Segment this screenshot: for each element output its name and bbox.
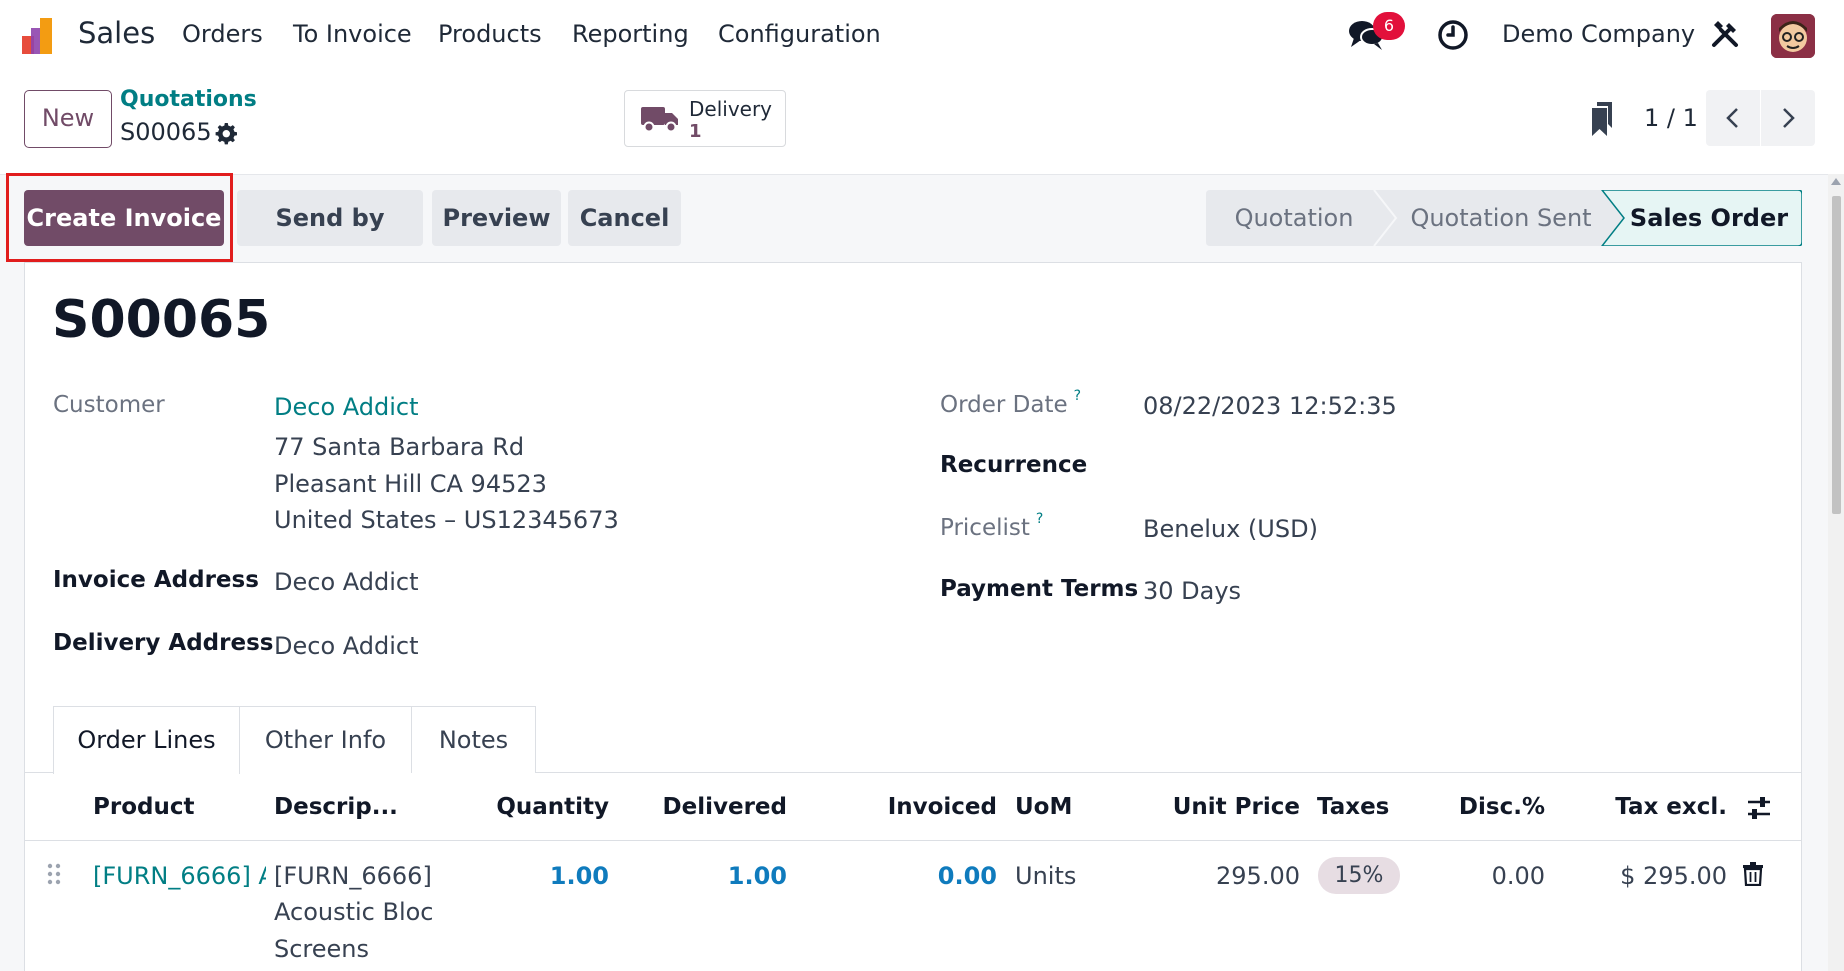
column-discount[interactable]: Disc.% bbox=[1420, 794, 1545, 820]
app-name[interactable]: Sales bbox=[78, 16, 155, 50]
menu-configuration[interactable]: Configuration bbox=[718, 20, 881, 48]
payment-terms-label: Payment Terms bbox=[940, 576, 1139, 602]
pager-next-button[interactable] bbox=[1761, 90, 1815, 146]
delivery-count: 1 bbox=[689, 121, 702, 142]
record-title: S00065 bbox=[52, 290, 271, 350]
chevron-right-icon bbox=[1783, 108, 1795, 128]
column-taxes[interactable]: Taxes bbox=[1317, 794, 1389, 820]
optional-columns-icon[interactable] bbox=[1746, 795, 1772, 821]
row-discount[interactable]: 0.00 bbox=[1420, 862, 1545, 890]
row-invoiced[interactable]: 0.00 bbox=[860, 862, 997, 890]
drag-handle-icon[interactable] bbox=[46, 862, 62, 886]
row-description-line2[interactable]: Acoustic Bloc bbox=[274, 898, 434, 926]
pricelist-field[interactable]: Benelux (USD) bbox=[1143, 515, 1318, 543]
new-button[interactable]: New bbox=[24, 90, 112, 148]
row-quantity[interactable]: 1.00 bbox=[460, 862, 609, 890]
delivery-address-label: Delivery Address bbox=[53, 630, 274, 656]
order-date-label: Order Date? bbox=[940, 388, 1081, 418]
gear-icon[interactable] bbox=[214, 121, 238, 145]
delivery-smart-button[interactable]: Delivery 1 bbox=[624, 90, 786, 147]
customer-address-line2: Pleasant Hill CA 94523 bbox=[274, 470, 547, 498]
status-quotation-sent[interactable]: Quotation Sent bbox=[1396, 190, 1606, 246]
pricelist-label: Pricelist? bbox=[940, 511, 1043, 541]
row-description-line1[interactable]: [FURN_6666] bbox=[274, 862, 432, 890]
column-delivered[interactable]: Delivered bbox=[640, 794, 787, 820]
truck-icon bbox=[641, 107, 678, 133]
tools-icon[interactable] bbox=[1709, 18, 1741, 50]
row-delivered[interactable]: 1.00 bbox=[640, 862, 787, 890]
menu-to-invoice[interactable]: To Invoice bbox=[293, 20, 412, 48]
sales-app-icon[interactable] bbox=[22, 16, 62, 56]
column-product[interactable]: Product bbox=[93, 794, 194, 820]
trash-icon[interactable] bbox=[1742, 862, 1764, 886]
table-header-separator bbox=[24, 840, 1802, 841]
top-navbar: Sales Orders To Invoice Products Reporti… bbox=[0, 0, 1844, 70]
chevron-left-icon bbox=[1726, 108, 1738, 128]
column-invoiced[interactable]: Invoiced bbox=[860, 794, 997, 820]
column-uom[interactable]: UoM bbox=[1015, 794, 1072, 820]
tab-other-info[interactable]: Other Info bbox=[239, 706, 412, 773]
breadcrumb-current: S00065 bbox=[120, 118, 212, 146]
scroll-up-arrow-icon[interactable] bbox=[1831, 178, 1841, 185]
clock-icon[interactable] bbox=[1437, 19, 1469, 51]
user-avatar[interactable] bbox=[1771, 14, 1815, 58]
status-sales-order[interactable]: Sales Order bbox=[1624, 190, 1794, 246]
order-date-label-text: Order Date bbox=[940, 392, 1068, 418]
pricelist-label-text: Pricelist bbox=[940, 515, 1030, 541]
customer-field[interactable]: Deco Addict bbox=[274, 393, 419, 421]
pager-previous-button[interactable] bbox=[1706, 90, 1760, 146]
delivery-address-field[interactable]: Deco Addict bbox=[274, 632, 419, 660]
highlight-box bbox=[6, 173, 233, 262]
row-tax-tag[interactable]: 15% bbox=[1318, 857, 1400, 894]
column-tax-excluded[interactable]: Tax excl. bbox=[1570, 794, 1727, 820]
customer-label: Customer bbox=[53, 392, 165, 418]
pager-value[interactable]: 1 / 1 bbox=[1644, 104, 1698, 132]
menu-products[interactable]: Products bbox=[438, 20, 542, 48]
tab-order-lines[interactable]: Order Lines bbox=[53, 706, 240, 774]
tab-notes[interactable]: Notes bbox=[411, 706, 536, 773]
invoice-address-field[interactable]: Deco Addict bbox=[274, 568, 419, 596]
recurrence-label: Recurrence bbox=[940, 452, 1088, 478]
statusbar: Quotation Quotation Sent Sales Order bbox=[1206, 190, 1802, 246]
menu-reporting[interactable]: Reporting bbox=[572, 20, 689, 48]
cancel-button[interactable]: Cancel bbox=[568, 190, 681, 246]
pricelist-help-icon[interactable]: ? bbox=[1036, 511, 1043, 527]
row-uom[interactable]: Units bbox=[1015, 862, 1076, 890]
menu-orders[interactable]: Orders bbox=[182, 20, 263, 48]
delivery-label: Delivery bbox=[689, 97, 773, 121]
row-subtotal: $ 295.00 bbox=[1620, 862, 1727, 890]
scrollbar-thumb[interactable] bbox=[1832, 196, 1841, 514]
customer-address-line3: United States – US12345673 bbox=[274, 506, 619, 534]
order-date-field[interactable]: 08/22/2023 12:52:35 bbox=[1143, 392, 1397, 420]
customer-address-line1: 77 Santa Barbara Rd bbox=[274, 433, 525, 461]
order-date-help-icon[interactable]: ? bbox=[1074, 388, 1081, 404]
column-description[interactable]: Descrip... bbox=[274, 794, 398, 820]
column-unit-price[interactable]: Unit Price bbox=[1160, 794, 1300, 820]
company-switcher[interactable]: Demo Company bbox=[1502, 20, 1695, 48]
bookmark-icon[interactable] bbox=[1590, 102, 1614, 136]
breadcrumb-quotations[interactable]: Quotations bbox=[120, 87, 257, 112]
row-description-line3[interactable]: Screens bbox=[274, 935, 369, 963]
row-product[interactable]: [FURN_6666] Ac bbox=[93, 862, 266, 890]
send-by-email-button[interactable]: Send by Email bbox=[237, 190, 423, 288]
invoice-address-label: Invoice Address bbox=[53, 567, 259, 593]
column-quantity[interactable]: Quantity bbox=[460, 794, 609, 820]
status-quotation[interactable]: Quotation bbox=[1206, 190, 1382, 246]
row-unit-price[interactable]: 295.00 bbox=[1160, 862, 1300, 890]
payment-terms-field[interactable]: 30 Days bbox=[1143, 577, 1241, 605]
chat-count-badge: 6 bbox=[1373, 12, 1405, 40]
preview-button[interactable]: Preview bbox=[432, 190, 561, 246]
